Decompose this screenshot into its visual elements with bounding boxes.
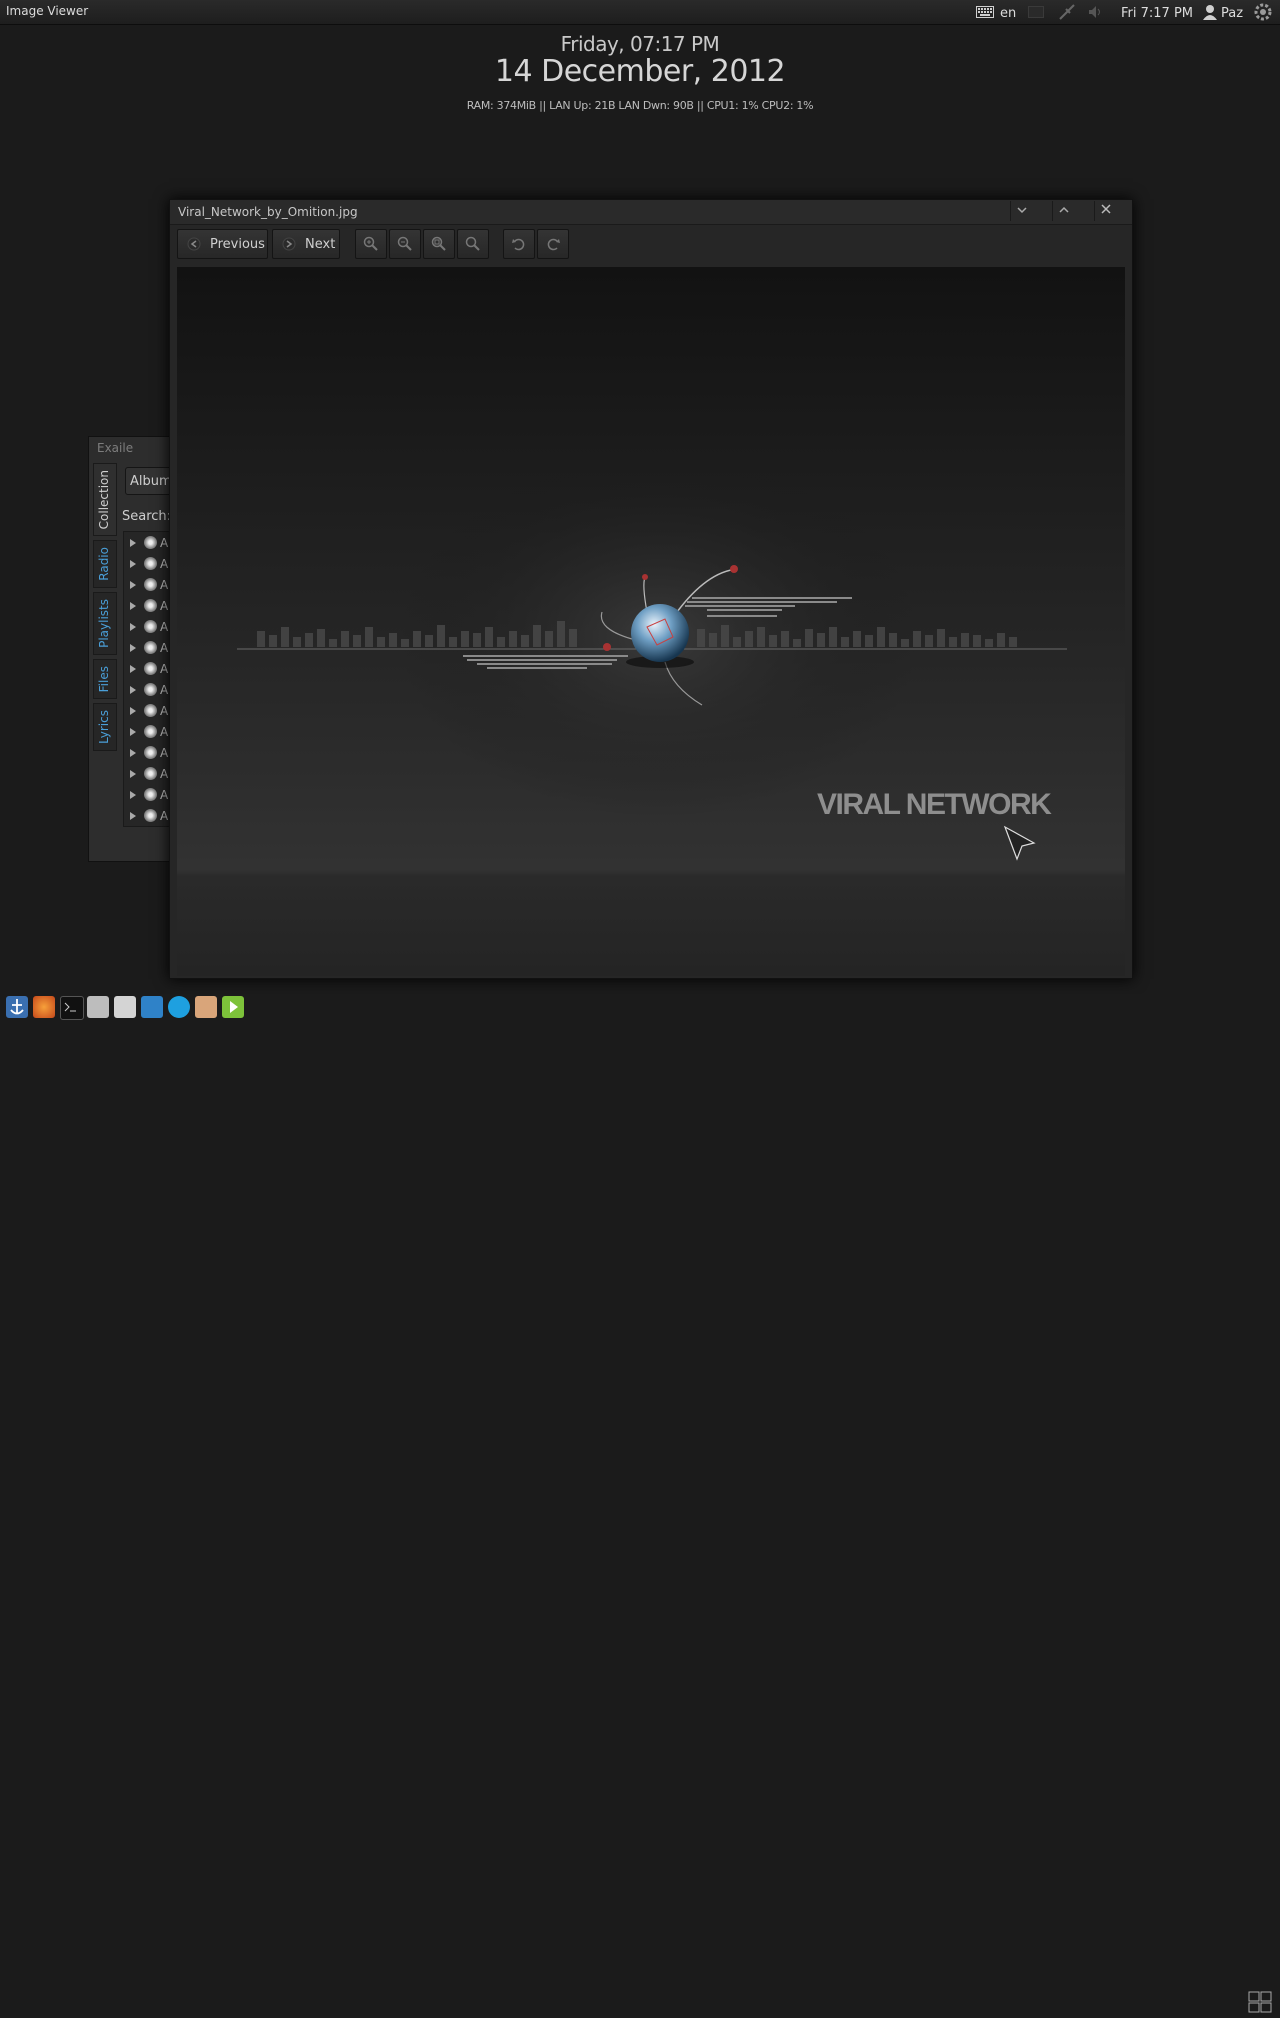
expander-icon[interactable] <box>130 622 136 631</box>
disc-icon <box>144 578 157 591</box>
tab-lyrics[interactable]: Lyrics <box>93 703 117 752</box>
zoom-fit-button[interactable] <box>423 229 455 259</box>
zoom-normal-button[interactable] <box>457 229 489 259</box>
expander-icon[interactable] <box>130 580 136 589</box>
skype-icon[interactable] <box>168 996 190 1018</box>
viewer-toolbar: Previous Next <box>170 225 1132 265</box>
disk-icon[interactable] <box>114 996 136 1018</box>
previous-label: Previous <box>210 236 265 252</box>
expander-icon[interactable] <box>130 538 136 547</box>
minimize-icon[interactable] <box>1010 201 1033 221</box>
sync-icon[interactable] <box>141 996 163 1018</box>
expander-icon[interactable] <box>130 727 136 736</box>
user-icon[interactable] <box>1202 3 1218 21</box>
dock <box>0 994 1280 2013</box>
image-viewer-window: Viral_Network_by_Omition.jpg Previous Ne… <box>169 199 1133 979</box>
conky-stats: RAM: 374MiB || LAN Up: 21B LAN Dwn: 90B … <box>466 99 814 112</box>
media-player-icon[interactable] <box>222 996 244 1018</box>
expander-icon[interactable] <box>130 790 136 799</box>
disc-icon <box>144 557 157 570</box>
expander-icon[interactable] <box>130 748 136 757</box>
disc-icon <box>144 599 157 612</box>
tab-files[interactable]: Files <box>93 659 117 700</box>
expander-icon[interactable] <box>130 685 136 694</box>
mail-icon[interactable] <box>1028 3 1044 21</box>
tab-collection[interactable]: Collection <box>93 463 117 537</box>
disc-icon <box>144 662 157 675</box>
expander-icon[interactable] <box>130 559 136 568</box>
expander-icon[interactable] <box>130 601 136 610</box>
window-titlebar[interactable]: Viral_Network_by_Omition.jpg <box>170 200 1132 225</box>
tab-radio[interactable]: Radio <box>93 540 117 589</box>
previous-button[interactable]: Previous <box>177 229 268 259</box>
zoom-normal-icon <box>465 236 480 251</box>
keyboard-icon[interactable] <box>976 3 994 21</box>
gear-icon[interactable] <box>1254 3 1272 21</box>
exaile-title: Exaile <box>97 441 134 455</box>
rotate-left-button[interactable] <box>503 229 535 259</box>
zoom-in-button[interactable] <box>355 229 387 259</box>
exaile-window[interactable]: Exaile Collection Radio Playlists Files … <box>88 436 185 862</box>
mixer-icon[interactable] <box>87 996 109 1018</box>
zoom-out-button[interactable] <box>389 229 421 259</box>
conky-day-time: Friday, 07:17 PM <box>560 32 720 56</box>
expander-icon[interactable] <box>130 664 136 673</box>
disc-icon <box>144 536 157 549</box>
search-label: Search: <box>122 509 172 524</box>
expander-icon[interactable] <box>130 706 136 715</box>
exaile-tab-strip: Collection Radio Playlists Files Lyrics <box>93 463 117 755</box>
network-icon[interactable] <box>1058 3 1076 21</box>
expander-icon[interactable] <box>130 769 136 778</box>
maximize-icon[interactable] <box>1052 201 1075 221</box>
workspace-switcher-icon[interactable] <box>1247 1990 1273 2014</box>
tab-playlists[interactable]: Playlists <box>93 592 117 655</box>
image-canvas[interactable]: VIRAL NETWORK <box>177 267 1125 976</box>
expander-icon[interactable] <box>130 643 136 652</box>
active-app-name[interactable]: Image Viewer <box>6 4 88 18</box>
arrow-left-icon <box>184 234 204 254</box>
firefox-icon[interactable] <box>33 996 55 1018</box>
disc-icon <box>144 620 157 633</box>
window-title: Viral_Network_by_Omition.jpg <box>178 205 358 219</box>
desktop-conky: Friday, 07:17 PM 14 December, 2012 RAM: … <box>0 30 1280 112</box>
arrow-right-icon <box>279 234 299 254</box>
clock[interactable]: Fri 7:17 PM <box>1121 4 1193 22</box>
expander-icon[interactable] <box>130 811 136 820</box>
language-indicator[interactable]: en <box>1000 4 1016 22</box>
top-panel: Image Viewer en Fri 7:17 PM Paz <box>0 0 1280 25</box>
disc-icon <box>144 641 157 654</box>
conky-date: 14 December, 2012 <box>494 54 786 89</box>
disc-icon <box>144 788 157 801</box>
eye-icon[interactable] <box>195 996 217 1018</box>
disc-icon <box>144 746 157 759</box>
rotate-right-button[interactable] <box>537 229 569 259</box>
terminal-icon[interactable] <box>60 996 84 1020</box>
next-label: Next <box>305 236 336 252</box>
zoom-out-icon <box>397 236 412 251</box>
user-name[interactable]: Paz <box>1221 4 1243 22</box>
rotate-left-icon <box>512 238 525 251</box>
zoom-in-icon <box>363 236 378 251</box>
disc-icon <box>144 767 157 780</box>
disc-icon <box>144 683 157 696</box>
disc-icon <box>144 725 157 738</box>
volume-icon[interactable] <box>1088 3 1104 21</box>
wallpaper-image: VIRAL NETWORK <box>177 267 1125 976</box>
close-icon[interactable] <box>1094 201 1117 221</box>
next-button[interactable]: Next <box>272 229 340 259</box>
rotate-right-icon <box>547 238 560 251</box>
disc-icon <box>144 704 157 717</box>
disc-icon <box>144 809 157 822</box>
zoom-fit-icon <box>431 236 446 251</box>
anchor-icon[interactable] <box>6 996 28 1018</box>
image-caption: VIRAL NETWORK <box>817 788 1052 821</box>
